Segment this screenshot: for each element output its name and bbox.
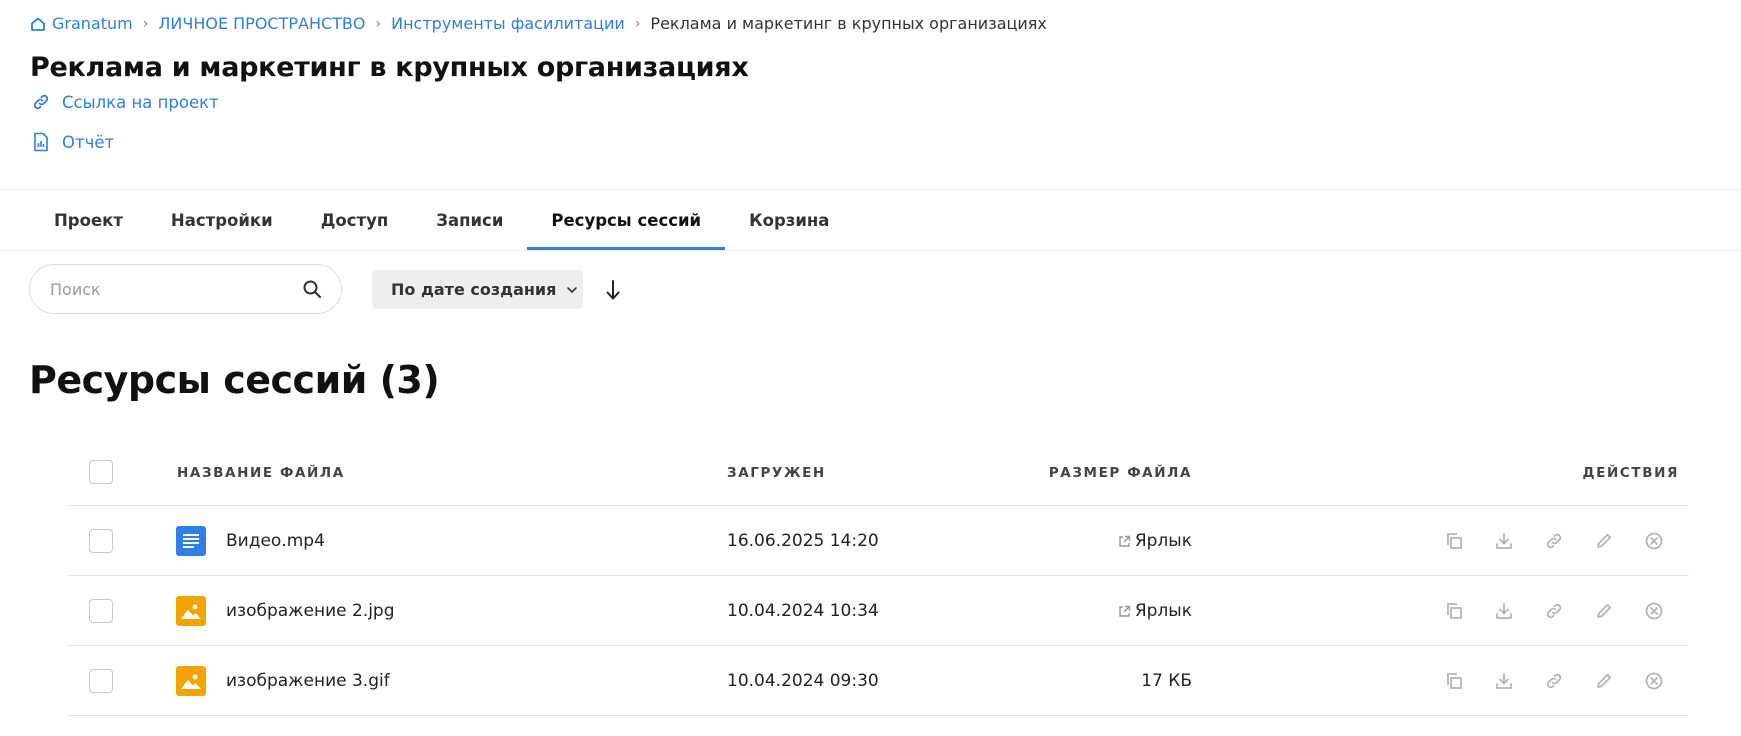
file-size-value: 17 КБ [1141, 671, 1192, 691]
project-link[interactable]: Ссылка на проект [30, 92, 219, 112]
file-uploaded: 10.04.2024 09:30 [727, 671, 879, 691]
download-icon[interactable] [1491, 668, 1517, 694]
search-box [29, 264, 342, 314]
copy-icon[interactable] [1441, 668, 1467, 694]
column-header-name[interactable]: НАЗВАНИЕ ФАЙЛА [177, 465, 345, 481]
sort-label: По дате создания [391, 280, 557, 299]
file-size: Ярлык [1118, 601, 1192, 621]
link-icon[interactable] [1541, 598, 1567, 624]
files-table: НАЗВАНИЕ ФАЙЛА ЗАГРУЖЕН РАЗМЕР ФАЙЛА ДЕЙ… [69, 440, 1689, 716]
breadcrumb-item-folder[interactable]: Инструменты фасилитации [391, 14, 625, 33]
download-icon[interactable] [1491, 528, 1517, 554]
image-icon [176, 666, 206, 696]
file-uploaded: 16.06.2025 14:20 [727, 531, 879, 551]
chevron-right-icon: › [375, 15, 382, 32]
chevron-right-icon: › [634, 15, 641, 32]
table-header: НАЗВАНИЕ ФАЙЛА ЗАГРУЖЕН РАЗМЕР ФАЙЛА ДЕЙ… [69, 440, 1689, 506]
arrow-down-icon [605, 279, 621, 301]
chevron-right-icon: › [142, 15, 149, 32]
row-actions [1441, 598, 1667, 624]
row-checkbox[interactable] [89, 529, 113, 553]
breadcrumb-current: Реклама и маркетинг в крупных организаци… [650, 14, 1047, 33]
breadcrumb-item-workspace[interactable]: ЛИЧНОЕ ПРОСТРАНСТВО [158, 14, 365, 33]
column-header-actions: ДЕЙСТВИЯ [1582, 465, 1679, 481]
sort-direction-button[interactable] [600, 276, 626, 304]
image-icon [176, 596, 206, 626]
section-title: Ресурсы сессий (3) [29, 358, 440, 402]
home-icon[interactable] [30, 16, 46, 32]
chevron-down-icon [566, 286, 578, 294]
table-row[interactable]: Видео.mp4 16.06.2025 14:20 Ярлык [69, 506, 1689, 576]
delete-icon[interactable] [1641, 668, 1667, 694]
tab-bar: Проект Настройки Доступ Записи Ресурсы с… [30, 190, 853, 251]
table-row[interactable]: изображение 3.gif 10.04.2024 09:30 17 КБ [69, 646, 1689, 716]
delete-icon[interactable] [1641, 598, 1667, 624]
link-icon[interactable] [1541, 528, 1567, 554]
report-link[interactable]: Отчёт [30, 132, 114, 152]
file-name[interactable]: изображение 3.gif [226, 671, 390, 691]
row-checkbox[interactable] [89, 669, 113, 693]
shortcut-icon [1118, 535, 1131, 548]
search-icon[interactable] [301, 278, 323, 300]
file-uploaded: 10.04.2024 10:34 [727, 601, 879, 621]
file-size-value: Ярлык [1134, 601, 1192, 621]
tab-session-resources[interactable]: Ресурсы сессий [527, 190, 725, 251]
shortcut-icon [1118, 605, 1131, 618]
file-name[interactable]: изображение 2.jpg [226, 601, 395, 621]
column-header-uploaded[interactable]: ЗАГРУЖЕН [727, 465, 826, 481]
breadcrumb: Granatum › ЛИЧНОЕ ПРОСТРАНСТВО › Инструм… [30, 14, 1047, 33]
delete-icon[interactable] [1641, 528, 1667, 554]
file-name[interactable]: Видео.mp4 [226, 531, 325, 551]
file-size-value: Ярлык [1134, 531, 1192, 551]
tab-access[interactable]: Доступ [297, 190, 413, 251]
row-actions [1441, 668, 1667, 694]
page-title: Реклама и маркетинг в крупных организаци… [30, 52, 749, 83]
edit-icon[interactable] [1591, 598, 1617, 624]
tab-trash[interactable]: Корзина [725, 190, 853, 251]
project-link-label: Ссылка на проект [62, 92, 219, 112]
copy-icon[interactable] [1441, 598, 1467, 624]
link-icon [30, 92, 52, 112]
tab-records[interactable]: Записи [412, 190, 527, 251]
divider [0, 250, 1741, 251]
report-label: Отчёт [62, 132, 115, 152]
tab-project[interactable]: Проект [30, 190, 147, 251]
edit-icon[interactable] [1591, 528, 1617, 554]
row-actions [1441, 528, 1667, 554]
column-header-size[interactable]: РАЗМЕР ФАЙЛА [1049, 465, 1192, 481]
select-all-checkbox[interactable] [89, 460, 113, 484]
copy-icon[interactable] [1441, 528, 1467, 554]
tab-settings[interactable]: Настройки [147, 190, 297, 251]
file-size: 17 КБ [1141, 671, 1192, 691]
search-input[interactable] [50, 279, 301, 299]
link-icon[interactable] [1541, 668, 1567, 694]
row-checkbox[interactable] [89, 599, 113, 623]
table-row[interactable]: изображение 2.jpg 10.04.2024 10:34 Ярлык [69, 576, 1689, 646]
edit-icon[interactable] [1591, 668, 1617, 694]
document-icon [176, 526, 206, 556]
download-icon[interactable] [1491, 598, 1517, 624]
sort-dropdown[interactable]: По дате создания [372, 270, 583, 309]
file-size: Ярлык [1118, 531, 1192, 551]
report-icon [30, 132, 52, 152]
breadcrumb-item-home[interactable]: Granatum [52, 14, 133, 33]
